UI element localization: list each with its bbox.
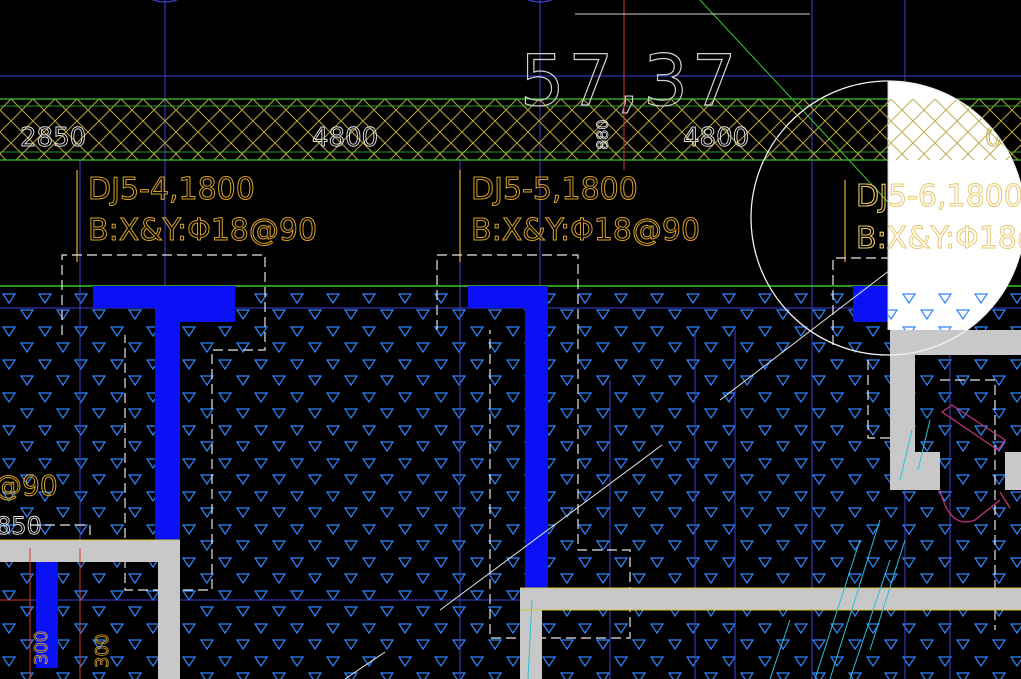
footing-dj5-4-rebar: B:X&Y:Φ18@90	[88, 213, 317, 248]
dim-300-a: 300	[31, 631, 52, 665]
cad-viewport[interactable]: 57,37 2850 4800 4800 880 DJ5-4,1800 B:X&…	[0, 0, 1021, 679]
footing-dj5-6-rebar-overlay: B:X&Y:Φ18@	[856, 221, 1021, 256]
small-label-880: 880	[593, 119, 612, 150]
left-partial-dim: 850	[0, 512, 42, 540]
dim-4800-b: 4800	[683, 123, 749, 153]
footing-dj5-5-label: DJ5-5,1800	[471, 172, 638, 207]
dim-2850-top: 2850	[20, 123, 86, 153]
footing-dj5-6-label-overlay: DJ5-6,1800	[856, 179, 1021, 214]
footing-dj5-5-rebar: B:X&Y:Φ18@90	[471, 213, 700, 248]
dim-4800-a: 4800	[312, 123, 378, 153]
soil-fill	[0, 288, 1021, 679]
axis-bubbles	[152, 0, 553, 3]
hatched-beam-strip	[0, 98, 1021, 161]
left-partial-rebar: @90	[0, 469, 58, 502]
axis-label: 57,37	[520, 40, 740, 122]
footing-dj5-4-label: DJ5-4,1800	[88, 172, 255, 207]
dim-300-b: 300	[92, 634, 113, 668]
